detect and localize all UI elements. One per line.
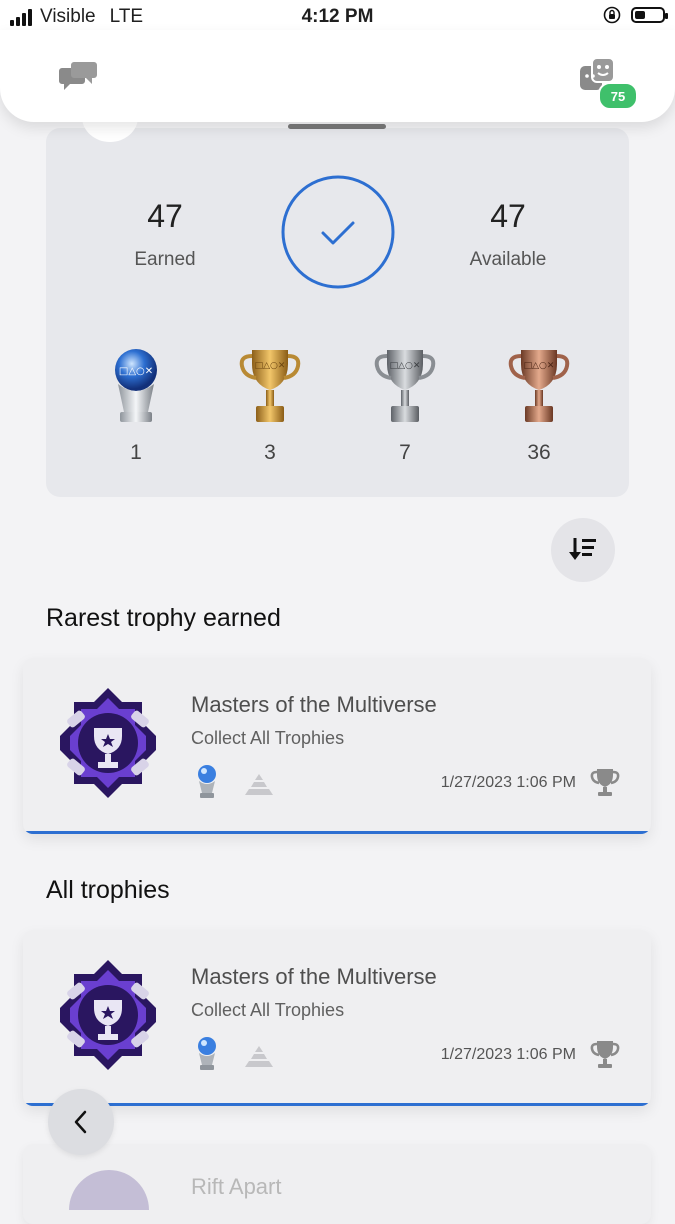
drag-handle[interactable] (288, 124, 386, 129)
masters-of-the-multiverse-icon (60, 960, 156, 1070)
svg-text:□△○✕: □△○✕ (119, 366, 153, 377)
top-app-bar: 75 (0, 30, 675, 129)
available-label: Available (469, 249, 547, 270)
rarity-pyramid-icon (245, 774, 273, 795)
trophy-name: Masters of the Multiverse (191, 692, 437, 717)
rift-apart-icon (69, 1170, 149, 1210)
earned-value: 47 (147, 198, 183, 234)
earned-date: 1/27/2023 1:06 PM (440, 1046, 576, 1063)
earned-date: 1/27/2023 1:06 PM (440, 774, 576, 791)
available-stat: 47 Available (428, 198, 588, 271)
chevron-left-icon (74, 1110, 87, 1134)
status-time: 4:12 PM (301, 6, 374, 27)
masters-of-the-multiverse-icon (60, 688, 156, 798)
friends-count-badge: 75 (598, 82, 638, 110)
all-trophies-heading: All trophies (46, 876, 170, 904)
available-value: 47 (490, 198, 526, 234)
trophy-description: Collect All Trophies (191, 1000, 345, 1020)
trophy-card[interactable]: Masters of the Multiverse Collect All Tr… (23, 930, 651, 1106)
battery-level (635, 11, 646, 19)
earned-stat: 47 Earned (85, 198, 245, 271)
rarest-trophy-heading: Rarest trophy earned (46, 604, 281, 632)
platinum-count: 1 (130, 441, 142, 464)
platinum-trophy-icon (198, 1037, 216, 1070)
bronze-trophy-count: □△○✕ 36 (489, 346, 589, 465)
gold-trophy-count: □△○✕ 3 (220, 346, 320, 465)
trophy-name: Masters of the Multiverse (191, 964, 437, 989)
checkmark-icon (321, 221, 355, 245)
trophy-card[interactable]: Rift Apart (23, 1144, 651, 1224)
svg-text:□△○✕: □△○✕ (390, 361, 421, 371)
completion-ring (281, 175, 395, 289)
bronze-trophy-icon: □△○✕ (508, 350, 570, 422)
orientation-lock-icon (603, 6, 621, 24)
back-button[interactable] (48, 1089, 114, 1155)
rarity-pyramid-icon (245, 1046, 273, 1067)
card-accent-line (23, 1103, 651, 1106)
trophy-name: Rift Apart (191, 1174, 282, 1199)
trophy-summary-card: 47 Earned 47 Available □△○✕ 1 □△○✕ 3 □△○… (46, 128, 629, 497)
friends-button[interactable]: 75 (578, 56, 638, 112)
silver-count: 7 (399, 441, 411, 464)
svg-text:□△○✕: □△○✕ (255, 361, 286, 371)
silver-trophy-count: □△○✕ 7 (355, 346, 455, 465)
silver-trophy-icon: □△○✕ (374, 350, 436, 422)
earned-label: Earned (134, 249, 196, 270)
status-right (603, 6, 668, 24)
gold-count: 3 (264, 441, 276, 464)
sort-descending-icon (569, 538, 596, 560)
chat-bubbles-icon (59, 62, 97, 90)
rarest-trophy-card[interactable]: Masters of the Multiverse Collect All Tr… (23, 658, 651, 834)
bronze-count: 36 (527, 441, 551, 464)
platinum-trophy-icon: □△○✕ (115, 349, 157, 422)
sort-button[interactable] (551, 518, 615, 582)
platinum-trophy-count: □△○✕ 1 (86, 346, 186, 465)
trophy-description: Collect All Trophies (191, 728, 345, 748)
trophy-type-icon (590, 1041, 620, 1068)
card-accent-line (23, 831, 651, 834)
platinum-trophy-icon (198, 765, 216, 798)
trophy-type-icon (590, 769, 620, 796)
battery-icon (631, 7, 668, 23)
svg-text:□△○✕: □△○✕ (524, 361, 555, 371)
messages-button[interactable] (58, 60, 100, 94)
gold-trophy-icon: □△○✕ (239, 350, 301, 422)
